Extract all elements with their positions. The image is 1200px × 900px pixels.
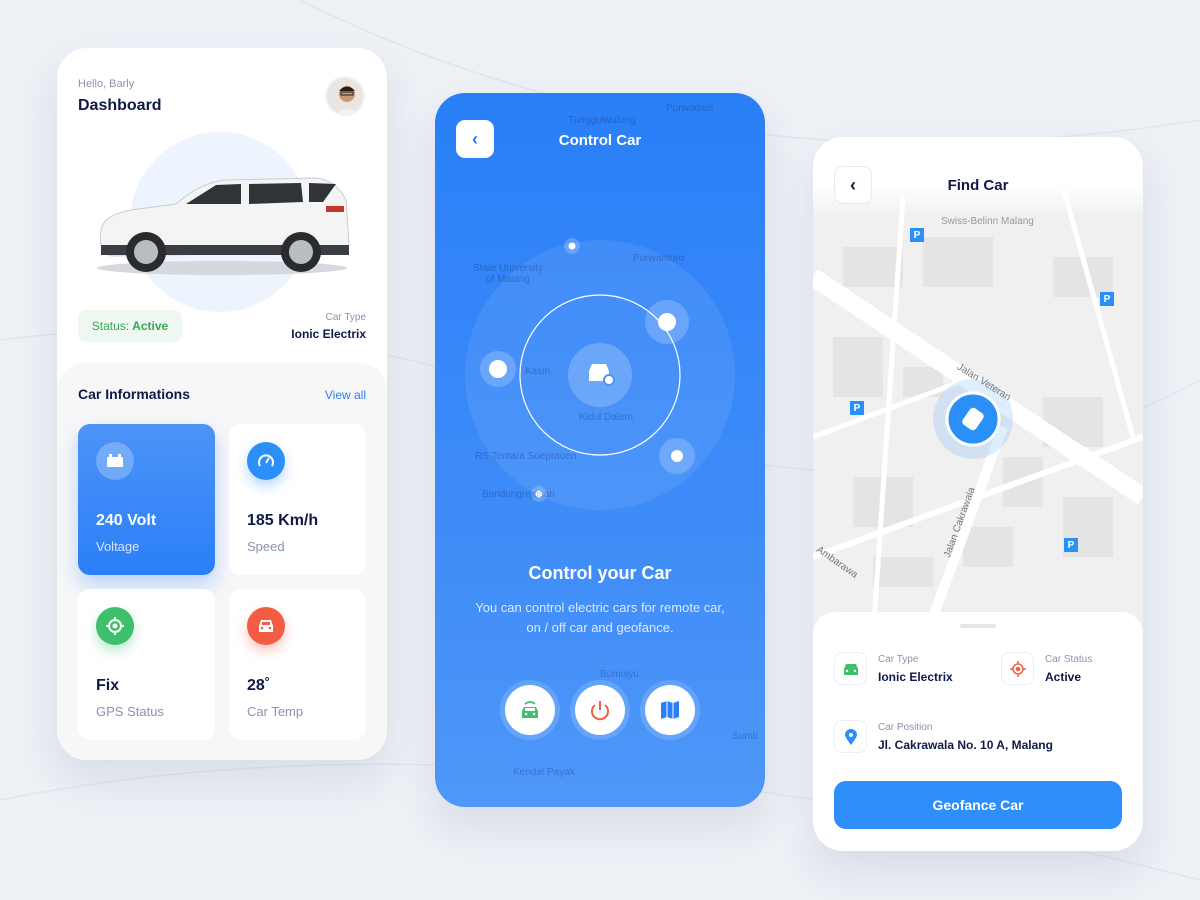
- parking-icon: P: [850, 401, 864, 415]
- map-label: RS Tentara Soepraoen: [475, 451, 577, 462]
- map-label: Bandungrejosari: [482, 489, 555, 500]
- map-label: Kidul Dalem: [579, 412, 633, 423]
- car-status-label: Car Status: [1045, 654, 1093, 665]
- power-icon: [591, 701, 609, 721]
- temp-tile[interactable]: 28˚ Car Temp: [229, 589, 366, 740]
- page-title: Dashboard: [78, 97, 162, 114]
- car-type-value: Ionic Electrix: [878, 670, 953, 684]
- car-icon: [247, 607, 285, 645]
- gps-value: Fix: [96, 677, 120, 694]
- description: You can control electric cars for remote…: [475, 600, 725, 635]
- geofance-car-button[interactable]: Geofance Car: [834, 781, 1122, 829]
- avatar[interactable]: [325, 76, 365, 116]
- parking-icon: P: [1064, 538, 1078, 552]
- temp-label: Car Temp: [247, 704, 304, 719]
- car-info-section: Car Informations View all 240 Volt Volta…: [57, 363, 387, 760]
- map-label: Sumb: [732, 731, 759, 742]
- map-label: Bumiayu: [600, 669, 639, 680]
- map-label: Tunggulwulung: [568, 115, 636, 126]
- map-label: Swiss-Belinn Malang: [941, 216, 1034, 227]
- car-icon: [834, 652, 867, 685]
- remote-car-icon: [522, 701, 538, 718]
- car-details-sheet: Car Type Ionic Electrix Car Status Activ…: [813, 612, 1143, 851]
- map-button[interactable]: [645, 685, 695, 735]
- speed-value: 185 Km/h: [247, 512, 319, 529]
- greeting: Hello, Barly: [78, 78, 135, 90]
- location-pin-icon: [834, 720, 867, 753]
- speed-label: Speed: [247, 539, 285, 554]
- status-badge: Status: Active: [78, 310, 182, 342]
- map-label: Purwantoro: [633, 253, 685, 264]
- status-label: Status:: [91, 319, 130, 333]
- gps-target-icon: [96, 607, 134, 645]
- car-image: [97, 177, 350, 275]
- screen-title: Find Car: [947, 177, 1009, 194]
- map-label: Kendal Payak: [513, 767, 575, 778]
- view-all-link[interactable]: View all: [325, 388, 366, 402]
- target-icon: [1001, 652, 1034, 685]
- temp-value: 28˚: [247, 677, 271, 694]
- status-value: Active: [132, 319, 169, 333]
- parking-icon: P: [910, 228, 924, 242]
- control-car-screen: Tunggulwulung Purwodadi State University…: [435, 93, 765, 807]
- gps-tile[interactable]: Fix GPS Status: [78, 589, 215, 740]
- speed-tile[interactable]: 185 Km/h Speed: [229, 424, 366, 575]
- car-type-value: Ionic Electrix: [291, 327, 366, 341]
- dashboard-screen: Hello, Barly Dashboard Status: Active Ca…: [57, 48, 387, 760]
- parking-icon: P: [1100, 292, 1114, 306]
- map-icon: [661, 701, 679, 719]
- car-position-value: Jl. Cakrawala No. 10 A, Malang: [878, 738, 1053, 752]
- heading: Control your Car: [528, 563, 672, 583]
- section-title: Car Informations: [78, 386, 191, 402]
- car-type-label: Car Type: [878, 654, 919, 665]
- map-label: Purwodadi: [666, 103, 714, 114]
- power-button[interactable]: [575, 685, 625, 735]
- car-position-label: Car Position: [878, 722, 933, 733]
- battery-icon: [96, 442, 134, 480]
- speedometer-icon: [247, 442, 285, 480]
- map-label: Kasin: [525, 366, 551, 377]
- drag-handle[interactable]: [960, 624, 996, 628]
- screen-title: Control Car: [558, 132, 642, 149]
- gps-label: GPS Status: [96, 704, 164, 719]
- voltage-tile[interactable]: 240 Volt Voltage: [78, 424, 215, 575]
- find-car-screen: Swiss-Belinn Malang Jalan Veteran Jalan …: [813, 137, 1143, 851]
- car-type-label: Car Type: [325, 312, 366, 323]
- map-label: State University of Malang: [472, 263, 544, 285]
- voltage-label: Voltage: [96, 539, 140, 554]
- remote-car-button[interactable]: [505, 685, 555, 735]
- voltage-value: 240 Volt: [96, 512, 157, 529]
- car-status-value: Active: [1045, 670, 1082, 684]
